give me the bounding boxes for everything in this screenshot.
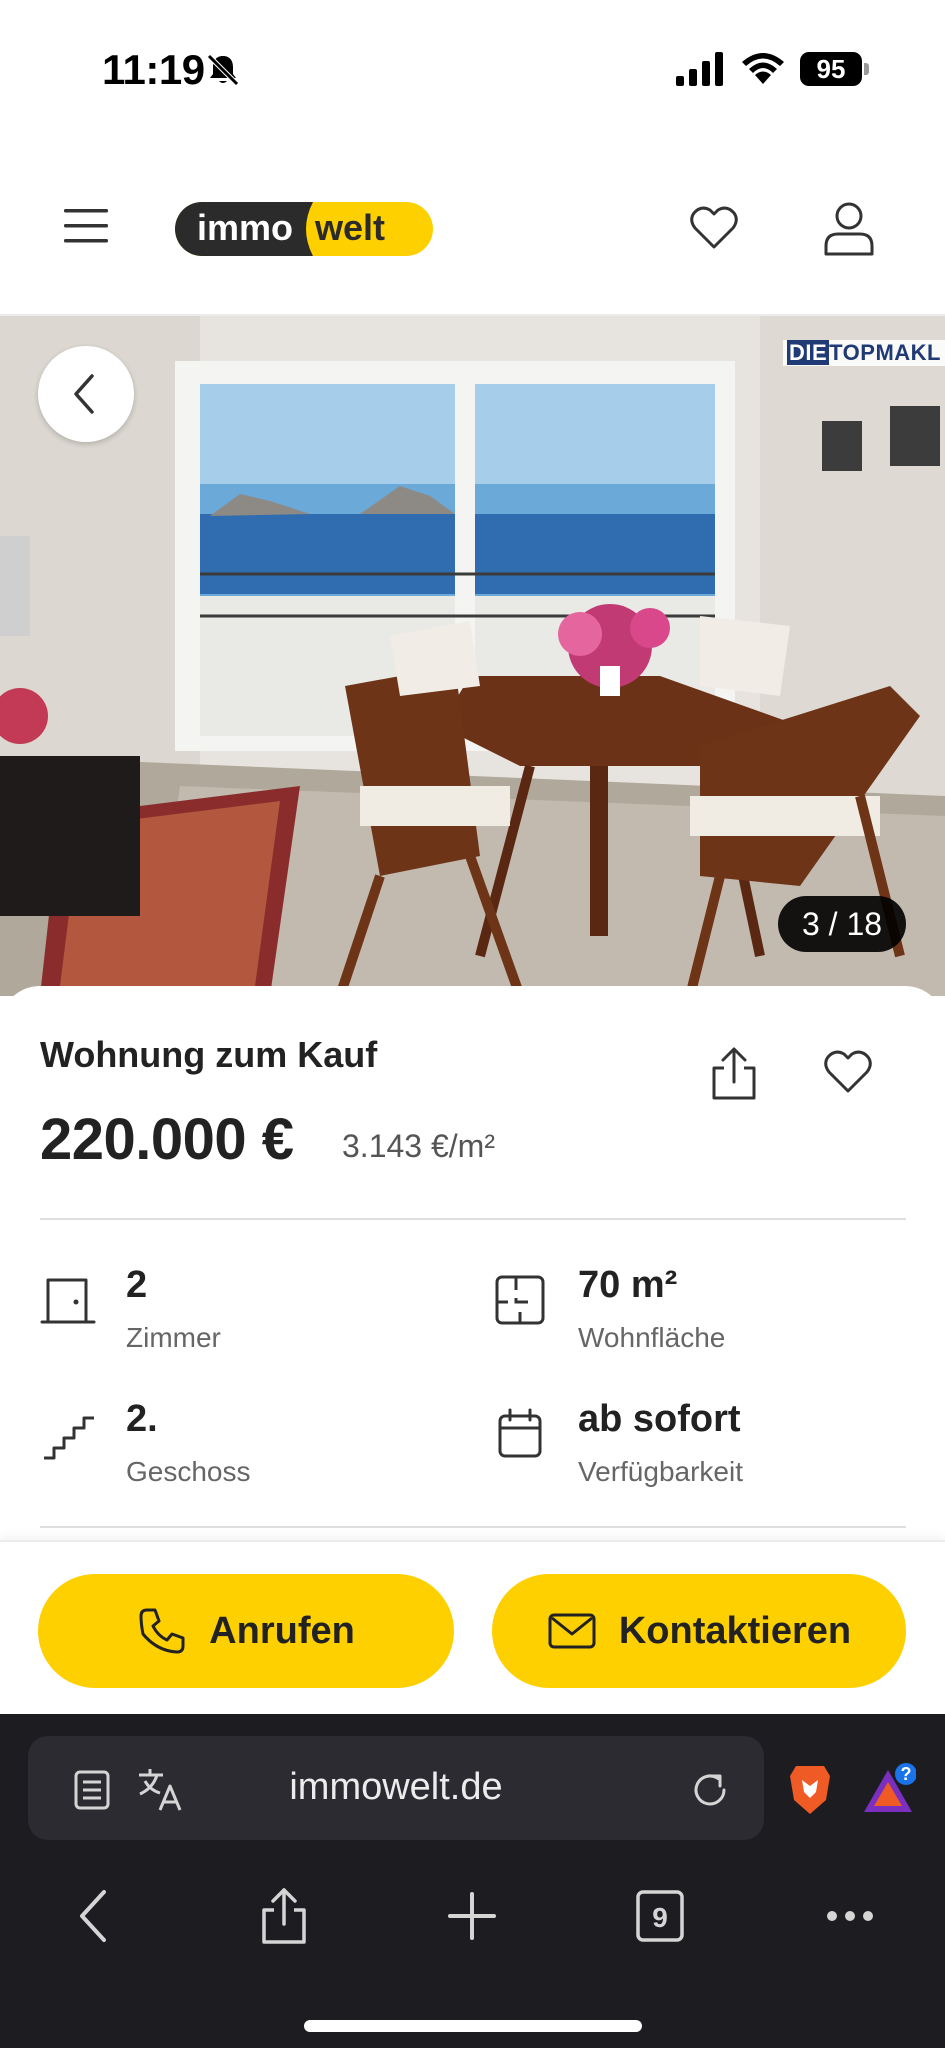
tab-count: 9 bbox=[652, 1902, 668, 1933]
menu-icon[interactable] bbox=[64, 206, 110, 246]
chevron-left-icon bbox=[74, 374, 94, 414]
feature-value: 2 bbox=[126, 1264, 148, 1306]
divider bbox=[40, 1526, 906, 1528]
photo-watermark: DIETOPMAKL bbox=[782, 340, 945, 366]
logo-immo-text: immo bbox=[197, 207, 293, 248]
share-icon[interactable] bbox=[708, 1046, 760, 1102]
home-indicator bbox=[304, 2020, 642, 2032]
feature-label: Verfügbarkeit bbox=[578, 1456, 743, 1487]
feature-label: Geschoss bbox=[126, 1456, 251, 1487]
svg-text:?: ? bbox=[901, 1764, 912, 1784]
wifi-icon bbox=[742, 53, 784, 84]
phone-icon bbox=[139, 1608, 185, 1654]
site-header: immo welt bbox=[0, 150, 945, 316]
feature-value: 2. bbox=[126, 1398, 158, 1440]
feature-value: 70 m² bbox=[578, 1264, 678, 1306]
stairs-icon bbox=[44, 1416, 94, 1460]
bell-muted-icon bbox=[207, 54, 239, 86]
favorites-heart-icon[interactable] bbox=[688, 202, 740, 254]
new-tab-icon[interactable] bbox=[442, 1886, 502, 1946]
feature-living-area: 70 m² Wohnfläche bbox=[492, 1264, 912, 1364]
photo-gallery[interactable]: DIETOPMAKL 3 / 18 bbox=[0, 316, 945, 996]
contact-button[interactable]: Kontaktieren bbox=[492, 1574, 906, 1688]
share-page-icon[interactable] bbox=[254, 1886, 314, 1946]
feature-floor: 2. Geschoss bbox=[40, 1398, 440, 1498]
feature-rooms: 2 Zimmer bbox=[40, 1264, 440, 1364]
door-icon bbox=[40, 1278, 96, 1324]
feature-value: ab sofort bbox=[578, 1398, 741, 1440]
watermark-prefix: DIE bbox=[786, 340, 830, 365]
listing-type: Wohnung zum Kauf bbox=[40, 1034, 378, 1075]
calendar-icon bbox=[498, 1408, 542, 1458]
call-button[interactable]: Anrufen bbox=[38, 1574, 454, 1688]
feature-label: Zimmer bbox=[126, 1322, 221, 1353]
gallery-counter: 3 / 18 bbox=[778, 896, 906, 952]
watermark-text: TOPMAKL bbox=[829, 340, 941, 365]
tabs-icon[interactable]: 9 bbox=[630, 1886, 690, 1946]
address-bar[interactable]: immowelt.de bbox=[28, 1736, 764, 1840]
contact-action-bar: Anrufen Kontaktieren bbox=[0, 1540, 945, 1714]
user-account-icon[interactable] bbox=[822, 200, 876, 256]
back-icon[interactable] bbox=[66, 1886, 126, 1946]
status-time: 11:19 bbox=[102, 46, 205, 93]
brave-shields-icon[interactable] bbox=[786, 1762, 834, 1816]
listing-photo bbox=[0, 316, 945, 996]
battery-tip bbox=[864, 63, 869, 75]
more-menu-icon[interactable] bbox=[820, 1886, 880, 1946]
battery-indicator: 95 bbox=[800, 52, 862, 86]
brave-rewards-icon[interactable]: ? bbox=[860, 1762, 916, 1818]
url-text: immowelt.de bbox=[289, 1766, 503, 1808]
cellular-signal-icon bbox=[676, 52, 723, 86]
listing-price: 220.000 € bbox=[40, 1107, 294, 1172]
gallery-back-button[interactable] bbox=[38, 346, 134, 442]
reload-icon[interactable] bbox=[688, 1768, 732, 1812]
divider bbox=[40, 1218, 906, 1220]
listing-card: Wohnung zum Kauf 220.000 € 3.143 €/m² 2 … bbox=[0, 986, 945, 1546]
floorplan-icon bbox=[495, 1275, 545, 1325]
save-favorite-icon[interactable] bbox=[822, 1046, 874, 1098]
logo-welt-text: welt bbox=[314, 207, 385, 248]
immowelt-logo[interactable]: immo welt bbox=[175, 202, 433, 256]
feature-availability: ab sofort Verfügbarkeit bbox=[492, 1398, 912, 1498]
status-bar: 11:19 95 bbox=[0, 0, 945, 140]
call-button-label: Anrufen bbox=[209, 1609, 355, 1652]
browser-toolbar: immowelt.de ? 9 bbox=[0, 1714, 945, 2048]
contact-button-label: Kontaktieren bbox=[618, 1609, 852, 1652]
mail-icon bbox=[548, 1613, 596, 1649]
feature-label: Wohnfläche bbox=[578, 1322, 726, 1353]
price-per-sqm: 3.143 €/m² bbox=[342, 1128, 495, 1164]
